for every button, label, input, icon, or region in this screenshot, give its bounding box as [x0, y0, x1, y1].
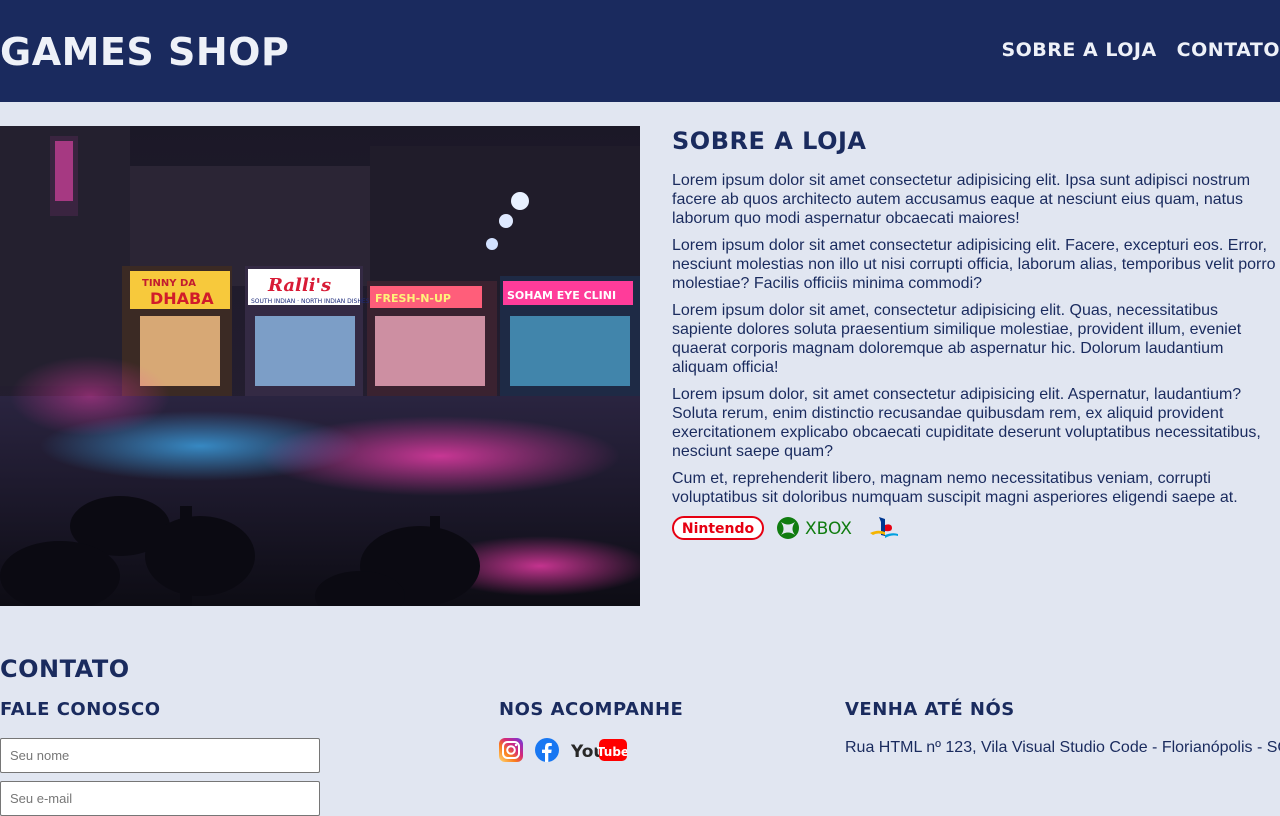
about-paragraph-2: Lorem ipsum dolor sit amet consectetur a…	[672, 237, 1276, 292]
sign-freshnup: FRESH-N-UP	[375, 292, 451, 305]
nintendo-logo: Nintendo	[672, 516, 764, 540]
about-paragraph-4: Lorem ipsum dolor, sit amet consectetur …	[672, 386, 1261, 460]
form-title: FALE CONOSCO	[0, 699, 161, 720]
instagram-icon[interactable]	[499, 738, 523, 762]
sign-dhaba: DHABA	[150, 289, 214, 308]
sign-rallis: Ralli's	[267, 275, 331, 296]
sign-rallis-sub: SOUTH INDIAN · NORTH INDIAN DISHES	[251, 298, 370, 305]
email-input[interactable]	[0, 781, 320, 816]
playstation-logo	[870, 517, 898, 538]
brand-logos: Nintendo XBOX	[672, 515, 1280, 541]
about-paragraph-5: Cum et, reprehenderit libero, magnam nem…	[672, 470, 1238, 506]
xbox-logo: XBOX	[777, 517, 852, 539]
about-paragraph-3: Lorem ipsum dolor sit amet, consectetur …	[672, 302, 1242, 376]
address-text: Rua HTML nº 123, Vila Visual Studio Code…	[845, 739, 1280, 756]
about-title: SOBRE A LOJA	[672, 127, 867, 155]
about-paragraphs: Lorem ipsum dolor sit amet consectetur a…	[672, 171, 1280, 507]
facebook-icon[interactable]	[535, 738, 559, 762]
about-paragraph-1: Lorem ipsum dolor sit amet consectetur a…	[672, 172, 1251, 227]
sign-tinny: TINNY DA	[142, 278, 196, 289]
name-input[interactable]	[0, 738, 320, 773]
main-nav: SOBRE A LOJA CONTATO	[1001, 38, 1280, 62]
location-title: VENHA ATÉ NÓS	[845, 699, 1015, 720]
contact-title: CONTATO	[0, 655, 130, 683]
sign-soham: SOHAM EYE CLINI	[507, 289, 616, 302]
youtube-icon[interactable]: You Tube	[571, 738, 627, 762]
nav-link-contato[interactable]: CONTATO	[1177, 38, 1280, 62]
svg-text:Tube: Tube	[597, 745, 627, 759]
street-scene-illustration: TINNY DA DHABA Ralli's SOUTH INDIAN · NO…	[0, 126, 640, 606]
svg-text:Nintendo: Nintendo	[682, 521, 755, 537]
social-title: NOS ACOMPANHE	[499, 699, 684, 720]
about-section: SOBRE A LOJA Lorem ipsum dolor sit amet …	[672, 126, 1280, 541]
social-links: You Tube	[499, 738, 627, 762]
nav-link-sobre[interactable]: SOBRE A LOJA	[1001, 38, 1156, 62]
svg-text:XBOX: XBOX	[805, 519, 852, 539]
site-logo[interactable]: GAMES SHOP	[0, 30, 289, 74]
site-header: GAMES SHOP SOBRE A LOJA CONTATO	[0, 0, 1280, 102]
hero-image: TINNY DA DHABA Ralli's SOUTH INDIAN · NO…	[0, 126, 640, 606]
